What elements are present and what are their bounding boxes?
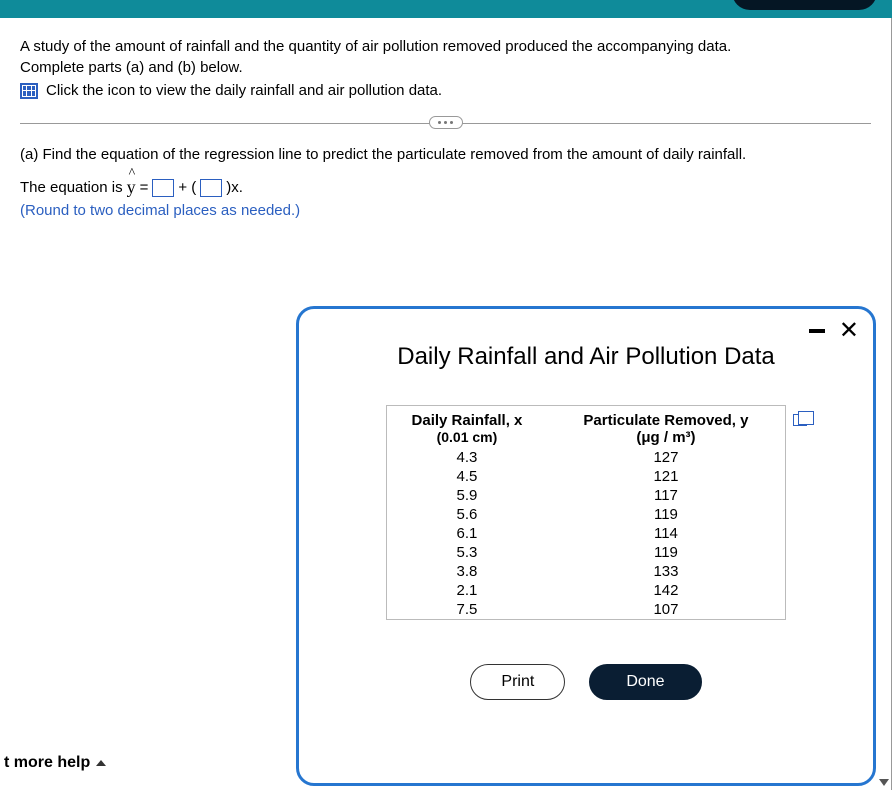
- cell-y: 133: [547, 562, 785, 581]
- cell-x: 3.8: [387, 562, 547, 581]
- table-row: 7.5107: [387, 600, 785, 619]
- scroll-down-icon[interactable]: [879, 779, 889, 786]
- cell-x: 4.5: [387, 467, 547, 486]
- table-icon[interactable]: [20, 83, 38, 99]
- col1-header: Daily Rainfall, x (0.01 cm): [387, 406, 547, 448]
- y-hat-symbol: y: [127, 177, 136, 198]
- content-area: A study of the amount of rainfall and th…: [0, 18, 892, 790]
- caret-up-icon: [96, 760, 106, 766]
- part-a-prompt: (a) Find the equation of the regression …: [20, 146, 871, 163]
- round-note: (Round to two decimal places as needed.): [20, 202, 871, 219]
- copy-icon[interactable]: [793, 414, 807, 426]
- done-button[interactable]: Done: [589, 664, 701, 700]
- cell-y: 142: [547, 581, 785, 600]
- cell-y: 107: [547, 600, 785, 619]
- print-button[interactable]: Print: [470, 664, 565, 700]
- close-icon[interactable]: ✕: [839, 319, 859, 343]
- data-table-wrap: Daily Rainfall, x (0.01 cm) Particulate …: [386, 405, 786, 620]
- cell-y: 119: [547, 543, 785, 562]
- table-row: 5.6119: [387, 505, 785, 524]
- cell-y: 127: [547, 448, 785, 467]
- col2-unit: (μg / m³): [636, 429, 695, 446]
- help-label: t more help: [4, 754, 90, 772]
- app-header: [0, 0, 892, 18]
- data-link[interactable]: Click the icon to view the daily rainfal…: [46, 82, 442, 99]
- cell-y: 117: [547, 486, 785, 505]
- problem-line2: Complete parts (a) and (b) below.: [20, 59, 243, 76]
- table-row: 3.8133: [387, 562, 785, 581]
- modal-title: Daily Rainfall and Air Pollution Data: [299, 343, 873, 371]
- table-row: 4.5121: [387, 467, 785, 486]
- eq-suffix: )x.: [226, 179, 243, 196]
- intercept-input[interactable]: [152, 179, 174, 197]
- cell-x: 7.5: [387, 600, 547, 619]
- slope-input[interactable]: [200, 179, 222, 197]
- expand-icon[interactable]: [429, 116, 463, 129]
- col2-header-text: Particulate Removed, y: [583, 412, 748, 429]
- cell-x: 4.3: [387, 448, 547, 467]
- table-row: 6.1114: [387, 524, 785, 543]
- cell-y: 114: [547, 524, 785, 543]
- col1-header-text: Daily Rainfall, x: [412, 412, 523, 429]
- cell-x: 5.9: [387, 486, 547, 505]
- table-row: 5.9117: [387, 486, 785, 505]
- cell-y: 121: [547, 467, 785, 486]
- problem-line1: A study of the amount of rainfall and th…: [20, 38, 731, 55]
- cell-x: 5.3: [387, 543, 547, 562]
- data-modal: ✕ Daily Rainfall and Air Pollution Data …: [296, 306, 876, 786]
- data-table: Daily Rainfall, x (0.01 cm) Particulate …: [387, 406, 785, 619]
- problem-statement: A study of the amount of rainfall and th…: [20, 36, 871, 78]
- cell-y: 119: [547, 505, 785, 524]
- eq-equals: =: [140, 179, 149, 196]
- more-help-button[interactable]: t more help: [0, 748, 116, 778]
- col1-unit: (0.01 cm): [437, 429, 498, 445]
- table-row: 2.1142: [387, 581, 785, 600]
- table-row: 4.3127: [387, 448, 785, 467]
- cell-x: 6.1: [387, 524, 547, 543]
- minimize-icon[interactable]: [809, 329, 825, 333]
- col2-header: Particulate Removed, y (μg / m³): [547, 406, 785, 448]
- eq-prefix: The equation is: [20, 179, 123, 196]
- cell-x: 5.6: [387, 505, 547, 524]
- equation-line: The equation is y = + ( )x.: [20, 177, 871, 198]
- header-button-area: [732, 0, 877, 10]
- table-row: 5.3119: [387, 543, 785, 562]
- eq-plus: + (: [178, 179, 196, 196]
- cell-x: 2.1: [387, 581, 547, 600]
